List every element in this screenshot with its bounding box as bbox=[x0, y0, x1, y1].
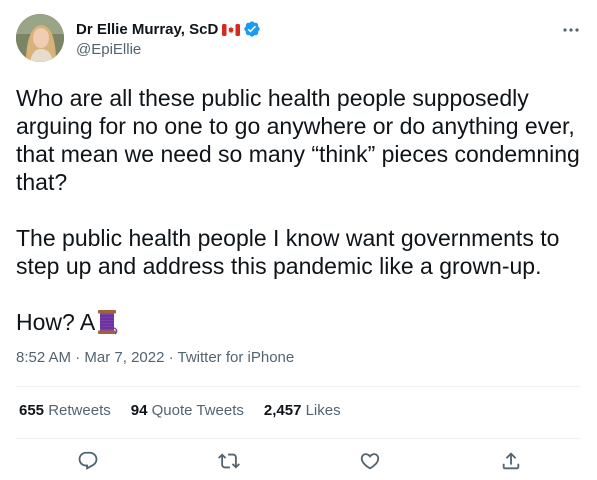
meta-separator: · bbox=[71, 349, 85, 366]
divider bbox=[16, 386, 581, 387]
quote-tweets-stat[interactable]: 94 Quote Tweets bbox=[131, 402, 244, 419]
tweet-actions bbox=[16, 450, 581, 476]
divider bbox=[16, 438, 581, 439]
share-icon[interactable] bbox=[500, 450, 522, 472]
likes-count: 2,457 bbox=[263, 402, 302, 419]
canada-flag-icon bbox=[222, 23, 241, 36]
tweet-text: Who are all these public health people s… bbox=[16, 84, 581, 336]
likes-label: Likes bbox=[305, 402, 341, 419]
retweet-icon[interactable] bbox=[218, 450, 240, 472]
avatar[interactable] bbox=[16, 14, 64, 62]
tweet-paragraph-text: How? A bbox=[16, 309, 96, 335]
quote-tweets-count: 94 bbox=[130, 402, 148, 419]
likes-stat[interactable]: 2,457 Likes bbox=[264, 402, 341, 419]
tweet-source[interactable]: Twitter for iPhone bbox=[178, 349, 295, 366]
tweet-header: Dr Ellie Murray, ScD @EpiEllie bbox=[16, 14, 581, 66]
reply-icon[interactable] bbox=[77, 450, 99, 472]
retweets-label: Retweets bbox=[48, 402, 111, 419]
verified-badge-icon bbox=[243, 20, 261, 38]
meta-separator: · bbox=[164, 349, 178, 366]
author-display-name[interactable]: Dr Ellie Murray, ScD bbox=[76, 21, 218, 38]
retweets-count: 655 bbox=[19, 402, 45, 419]
tweet-paragraph: The public health people I know want gov… bbox=[16, 225, 560, 279]
tweet-stats: 655 Retweets 94 Quote Tweets 2,457 Likes bbox=[19, 402, 341, 419]
thread-spool-emoji bbox=[95, 309, 119, 335]
tweet-time[interactable]: 8:52 AM bbox=[16, 349, 71, 366]
tweet-date[interactable]: Mar 7, 2022 bbox=[84, 349, 164, 366]
tweet: Dr Ellie Murray, ScD @EpiEllie Who are a… bbox=[0, 0, 597, 480]
tweet-paragraph-last: How? A bbox=[16, 308, 581, 336]
more-options-icon[interactable] bbox=[561, 20, 581, 40]
tweet-paragraph: Who are all these public health people s… bbox=[16, 85, 580, 195]
author-handle[interactable]: @EpiEllie bbox=[76, 41, 261, 58]
tweet-meta: 8:52 AM · Mar 7, 2022 · Twitter for iPho… bbox=[16, 349, 294, 366]
display-name-row: Dr Ellie Murray, ScD bbox=[76, 19, 261, 39]
retweets-stat[interactable]: 655 Retweets bbox=[19, 402, 111, 419]
like-icon[interactable] bbox=[359, 450, 381, 472]
author-names: Dr Ellie Murray, ScD @EpiEllie bbox=[76, 19, 261, 58]
quote-tweets-label: Quote Tweets bbox=[151, 402, 244, 419]
